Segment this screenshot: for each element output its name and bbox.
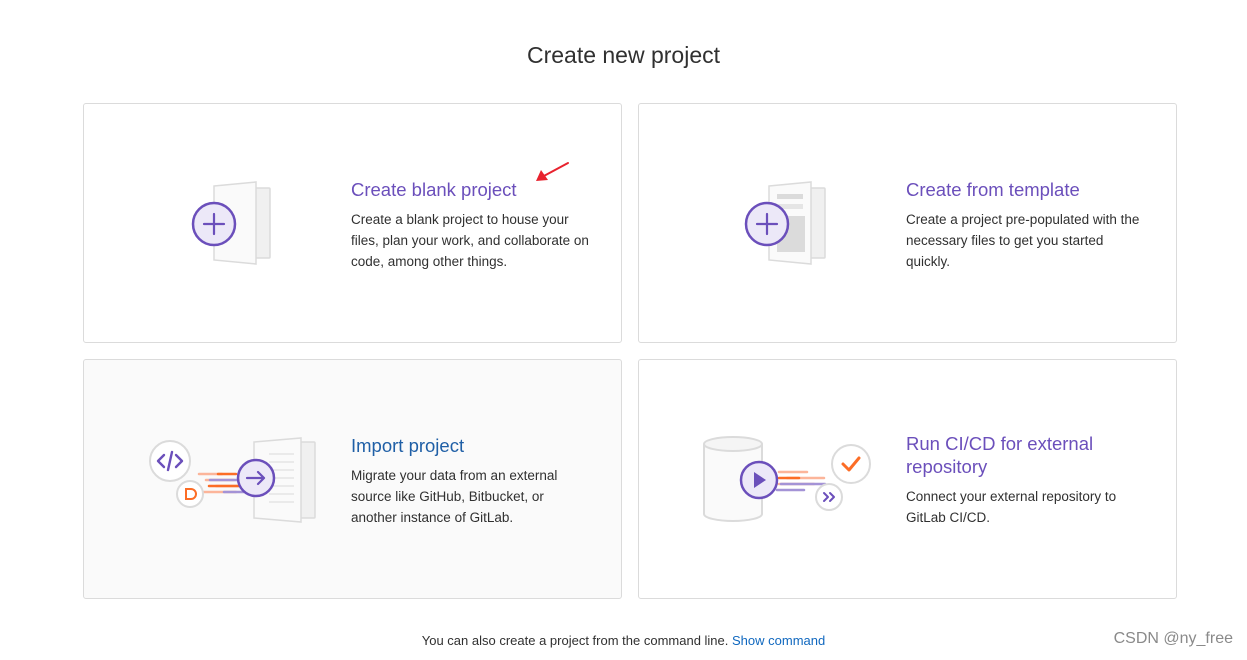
run-cicd-external-repo-card[interactable]: Run CI/CD for external repository Connec…	[638, 359, 1177, 599]
footer-text: You can also create a project from the c…	[421, 633, 729, 648]
import-project-card[interactable]: Import project Migrate your data from an…	[83, 359, 622, 599]
create-from-template-title[interactable]: Create from template	[906, 178, 1146, 201]
import-project-description: Migrate your data from an external sourc…	[351, 468, 558, 525]
import-project-text: Import project Migrate your data from an…	[351, 434, 591, 528]
new-project-page: Create new project Create blank project …	[0, 0, 1247, 660]
run-cicd-description: Connect your external repository to GitL…	[906, 489, 1117, 525]
create-blank-project-text: Create blank project Create a blank proj…	[351, 178, 591, 272]
create-blank-project-card[interactable]: Create blank project Create a blank proj…	[83, 103, 622, 343]
create-from-template-card[interactable]: Create from template Create a project pr…	[638, 103, 1177, 343]
cicd-project-icon	[703, 436, 871, 522]
template-project-icon	[744, 181, 826, 265]
create-blank-project-description: Create a blank project to house your fil…	[351, 212, 589, 269]
show-command-link[interactable]: Show command	[732, 633, 825, 648]
command-line-footer: You can also create a project from the c…	[0, 633, 1247, 648]
create-from-template-text: Create from template Create a project pr…	[906, 178, 1146, 272]
csdn-watermark: CSDN @ny_free	[1113, 630, 1233, 647]
page-title: Create new project	[526, 42, 721, 68]
run-cicd-text: Run CI/CD for external repository Connec…	[906, 432, 1151, 528]
import-project-title[interactable]: Import project	[351, 434, 591, 457]
annotation-arrow-icon	[536, 162, 569, 181]
blank-project-icon	[191, 181, 271, 265]
create-from-template-description: Create a project pre-populated with the …	[906, 212, 1140, 269]
import-project-icon	[149, 437, 316, 523]
run-cicd-title[interactable]: Run CI/CD for external repository	[906, 432, 1151, 478]
